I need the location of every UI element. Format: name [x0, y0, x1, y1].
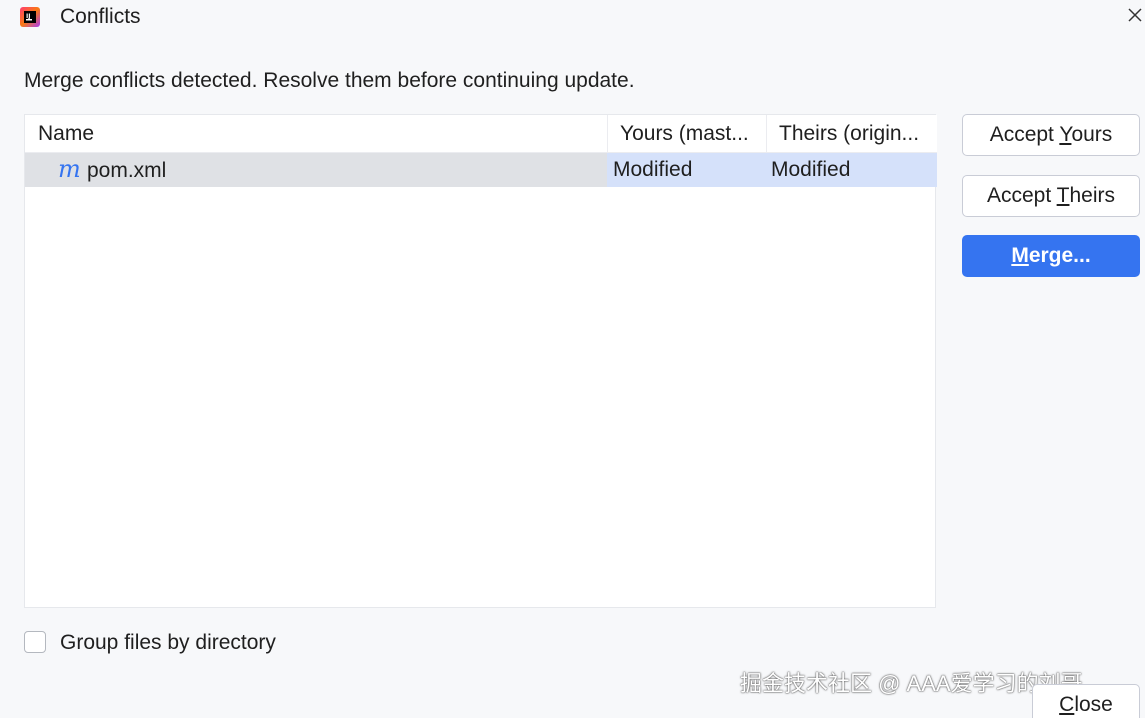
accept-theirs-label-pre: Accept — [986, 184, 1057, 207]
column-header-theirs[interactable]: Theirs (origin... — [766, 115, 936, 153]
intellij-idea-icon: IJ — [20, 7, 40, 27]
file-name: pom.xml — [87, 159, 167, 182]
merge-button[interactable]: Merge... — [962, 235, 1140, 277]
group-by-directory-checkbox[interactable] — [24, 631, 46, 653]
accept-yours-mnemonic: Y — [1059, 123, 1072, 146]
table-header: Name Yours (mast... Theirs (origin... — [25, 115, 937, 153]
maven-m-icon: m — [58, 155, 81, 183]
title-bar: IJ Conflicts — [0, 0, 1145, 36]
accept-yours-button[interactable]: Accept Yours — [962, 114, 1140, 156]
yours-status: Modified — [613, 158, 693, 181]
conflicts-dialog: IJ Conflicts Merge conflicts detected. R… — [0, 0, 1145, 718]
close-mnemonic: C — [1059, 693, 1075, 716]
conflict-message: Merge conflicts detected. Resolve them b… — [24, 69, 635, 92]
theirs-status: Modified — [771, 158, 851, 181]
accept-yours-label-post: ours — [1071, 123, 1113, 146]
merge-mnemonic: M — [1011, 244, 1029, 267]
window-title: Conflicts — [60, 5, 141, 28]
accept-yours-label-pre: Accept — [989, 123, 1060, 146]
conflicts-table: Name Yours (mast... Theirs (origin... m … — [24, 114, 937, 608]
accept-theirs-label-post: heirs — [1069, 184, 1115, 207]
accept-theirs-mnemonic: T — [1056, 184, 1070, 207]
column-header-name[interactable]: Name — [38, 115, 608, 153]
merge-label-post: erge... — [1028, 244, 1091, 267]
column-header-yours[interactable]: Yours (mast... — [607, 115, 767, 153]
accept-theirs-button[interactable]: Accept Theirs — [962, 175, 1140, 217]
table-row[interactable]: m pom.xml Modified Modified — [25, 153, 937, 187]
close-icon[interactable] — [1126, 6, 1144, 24]
group-by-directory-label[interactable]: Group files by directory — [60, 630, 276, 656]
close-button[interactable]: Close — [1032, 684, 1140, 718]
close-label-post: lose — [1074, 693, 1113, 716]
svg-text:IJ: IJ — [26, 13, 30, 20]
